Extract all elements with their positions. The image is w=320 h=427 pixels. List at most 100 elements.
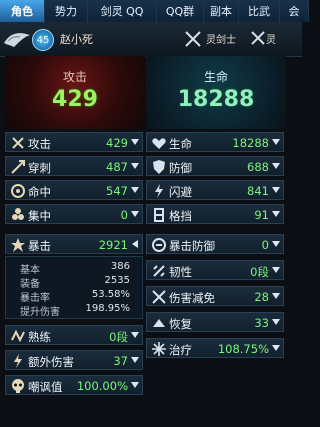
stat-value: 28	[254, 290, 269, 304]
stat-value: 841	[247, 184, 269, 198]
stat-row-toughness[interactable]: 韧性 0段	[146, 260, 284, 280]
recovery-icon	[153, 319, 165, 327]
critical-detail-panel: 基本 386 装备 2535 暴击率 53.58% 提升伤害 198.95%	[5, 256, 143, 319]
detail-row: 基本 386	[20, 261, 130, 276]
class-label-secondary: 灵	[266, 35, 276, 46]
chevron-down-icon[interactable]	[131, 357, 139, 363]
stat-label: 穿刺	[28, 161, 51, 175]
crit-defense-icon	[152, 238, 166, 252]
chevron-down-icon[interactable]	[272, 241, 280, 247]
stat-value: 18288	[232, 136, 269, 150]
stat-row-block[interactable]: 格挡 91	[146, 204, 284, 224]
level-badge: 45	[32, 29, 54, 51]
evade-icon	[155, 184, 163, 198]
chevron-left-icon[interactable]	[132, 240, 138, 248]
chevron-down-icon[interactable]	[272, 319, 280, 325]
stat-value: 2921	[98, 238, 128, 252]
stat-value: 547	[106, 184, 128, 198]
target-icon	[11, 184, 25, 198]
tab-dungeon[interactable]: 副本	[204, 0, 239, 22]
heal-icon	[152, 342, 166, 356]
stat-value: 688	[247, 160, 269, 174]
stat-value: 108.75%	[217, 342, 269, 356]
tab-more[interactable]: 会	[280, 0, 309, 22]
block-icon	[154, 208, 164, 222]
stat-value: 91	[254, 208, 269, 222]
stat-value: 0段	[109, 330, 128, 344]
chevron-down-icon[interactable]	[131, 332, 139, 338]
tab-bar: 角色 势力 剑灵 QQ QQ群 副本 比武 会	[0, 0, 309, 23]
critical-icon	[11, 238, 25, 252]
toughness-icon	[153, 265, 165, 277]
stat-label: 暴击防御	[169, 239, 215, 253]
chevron-down-icon[interactable]	[131, 163, 139, 169]
stat-row-focus[interactable]: 集中 0	[5, 204, 143, 224]
stat-row-hp[interactable]: 生命 18288	[146, 132, 284, 152]
stat-row-heal[interactable]: 治疗 108.75%	[146, 338, 284, 358]
detail-row: 提升伤害 198.95%	[20, 303, 130, 318]
stat-row-mastery[interactable]: 熟练 0段	[5, 325, 143, 345]
stat-label: 命中	[28, 185, 51, 199]
class-label: 灵剑士	[206, 35, 236, 46]
tab-duel[interactable]: 比武	[239, 0, 280, 22]
dragon-emblem-icon	[4, 33, 30, 47]
stat-row-defense[interactable]: 防御 688	[146, 156, 284, 176]
stat-label: 嘲讽值	[28, 380, 63, 394]
chevron-down-icon[interactable]	[272, 139, 280, 145]
stat-label: 暴击	[28, 239, 51, 253]
player-name: 赵小死	[60, 33, 93, 46]
chevron-down-icon[interactable]	[272, 187, 280, 193]
stat-value: 0	[120, 208, 128, 222]
stat-row-critical[interactable]: 暴击 2921	[5, 234, 143, 254]
crossed-swords-icon	[251, 31, 265, 45]
stat-row-accuracy[interactable]: 命中 547	[5, 180, 143, 200]
mastery-icon	[11, 329, 25, 343]
stat-row-pierce[interactable]: 穿刺 487	[5, 156, 143, 176]
tab-character[interactable]: 角色	[0, 0, 45, 22]
tab-faction[interactable]: 势力	[45, 0, 88, 22]
stat-row-damage-reduction[interactable]: 伤害减免 28	[146, 286, 284, 306]
stat-row-attack[interactable]: 攻击 429	[5, 132, 143, 152]
tab-bns-qq[interactable]: 剑灵 QQ	[88, 0, 157, 22]
crossed-swords-icon	[12, 137, 24, 149]
damage-reduction-icon	[152, 290, 166, 304]
attack-summary-value: 429	[52, 87, 98, 112]
chevron-down-icon[interactable]	[131, 139, 139, 145]
pierce-icon	[11, 160, 25, 174]
stat-row-evasion[interactable]: 闪避 841	[146, 180, 284, 200]
stat-label: 熟练	[28, 330, 51, 344]
stat-row-extra-damage[interactable]: 额外伤害 37	[5, 350, 143, 370]
stat-label: 攻击	[28, 137, 51, 151]
chevron-down-icon[interactable]	[272, 163, 280, 169]
chevron-down-icon[interactable]	[272, 293, 280, 299]
detail-row: 暴击率 53.58%	[20, 289, 130, 304]
shield-icon	[153, 160, 165, 174]
chevron-down-icon[interactable]	[272, 267, 280, 273]
stat-value: 0	[261, 238, 269, 252]
stat-row-recovery[interactable]: 恢复 33	[146, 312, 284, 332]
attack-summary-label: 攻击	[62, 70, 87, 84]
skull-icon	[12, 379, 24, 393]
stat-row-crit-defense[interactable]: 暴击防御 0	[146, 234, 284, 254]
chevron-down-icon[interactable]	[272, 345, 280, 351]
stat-row-threat[interactable]: 嘲讽值 100.00%	[5, 375, 143, 395]
stat-label: 生命	[169, 137, 192, 151]
stat-label: 恢复	[169, 317, 192, 331]
stat-label: 治疗	[169, 343, 192, 357]
stat-label: 防御	[169, 161, 192, 175]
stat-label: 集中	[28, 209, 51, 223]
hp-summary-value: 18288	[177, 87, 255, 112]
heart-icon	[152, 138, 166, 149]
extra-damage-icon	[14, 354, 22, 368]
tab-qq-group[interactable]: QQ群	[157, 0, 204, 22]
hp-summary-panel: 生命 18288	[146, 56, 286, 129]
attack-summary-panel: 攻击 429	[5, 56, 145, 129]
chevron-down-icon[interactable]	[272, 211, 280, 217]
stat-label: 格挡	[169, 209, 192, 223]
chevron-down-icon[interactable]	[131, 382, 139, 388]
chevron-down-icon[interactable]	[131, 211, 139, 217]
stat-value: 0段	[250, 265, 269, 279]
chevron-down-icon[interactable]	[131, 187, 139, 193]
stat-value: 100.00%	[76, 379, 128, 393]
stat-value: 487	[106, 160, 128, 174]
